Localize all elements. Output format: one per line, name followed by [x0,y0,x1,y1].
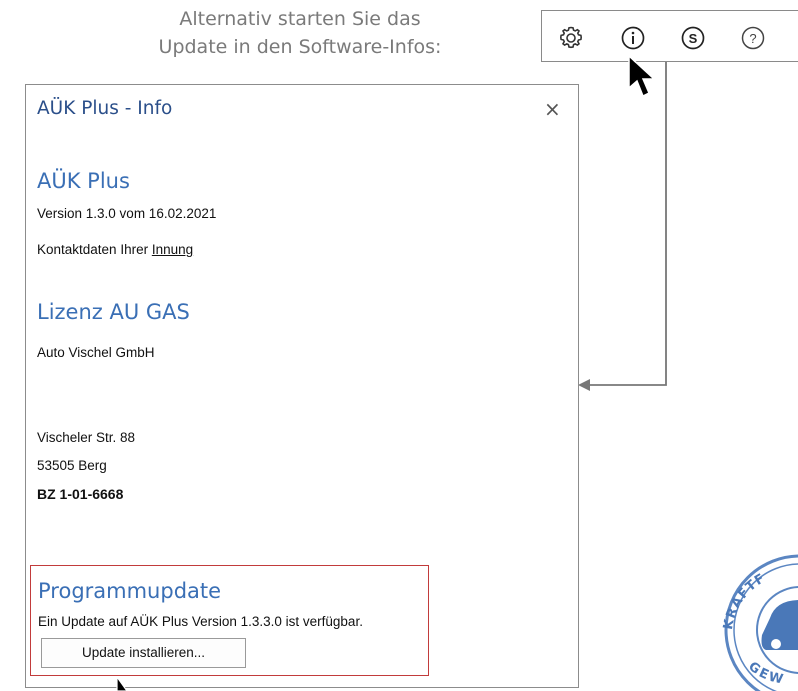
svg-text:S: S [689,31,698,46]
program-update-section: Programmupdate Ein Update auf AÜK Plus V… [30,565,429,676]
version-text: Version 1.3.0 vom 16.02.2021 [37,206,217,221]
product-name: AÜK Plus [37,169,130,193]
bz-number: BZ 1-01-6668 [37,486,124,502]
update-message: Ein Update auf AÜK Plus Version 1.3.3.0 … [38,614,363,629]
update-install-button[interactable]: Update installieren... [41,638,246,668]
help-icon[interactable]: ? [740,25,766,51]
caption-line-2: Update in den Software-Infos: [158,36,442,58]
dialog-title: AÜK Plus - Info [37,98,173,119]
instruction-caption: Alternativ starten Sie das Update in den… [100,5,500,61]
app-toolbar: S ? [541,10,798,62]
gear-icon[interactable] [558,25,584,51]
guild-seal-icon: KRAFTF GEW [721,554,798,691]
s-circle-icon[interactable]: S [680,25,706,51]
city-text: 53505 Berg [37,458,107,473]
info-dialog: AÜK Plus - Info × AÜK Plus Version 1.3.0… [25,84,579,688]
svg-text:?: ? [749,31,756,46]
info-icon[interactable] [620,25,646,51]
contact-line: Kontaktdaten Ihrer Innung [37,242,193,257]
close-icon[interactable]: × [544,97,561,121]
street-text: Vischeler Str. 88 [37,430,136,445]
contact-prefix: Kontaktdaten Ihrer [37,242,152,257]
license-heading: Lizenz AU GAS [37,300,190,324]
innung-link[interactable]: Innung [152,242,193,257]
caption-line-1: Alternativ starten Sie das [179,8,421,30]
company-name: Auto Vischel GmbH [37,345,155,360]
update-heading: Programmupdate [38,579,222,603]
